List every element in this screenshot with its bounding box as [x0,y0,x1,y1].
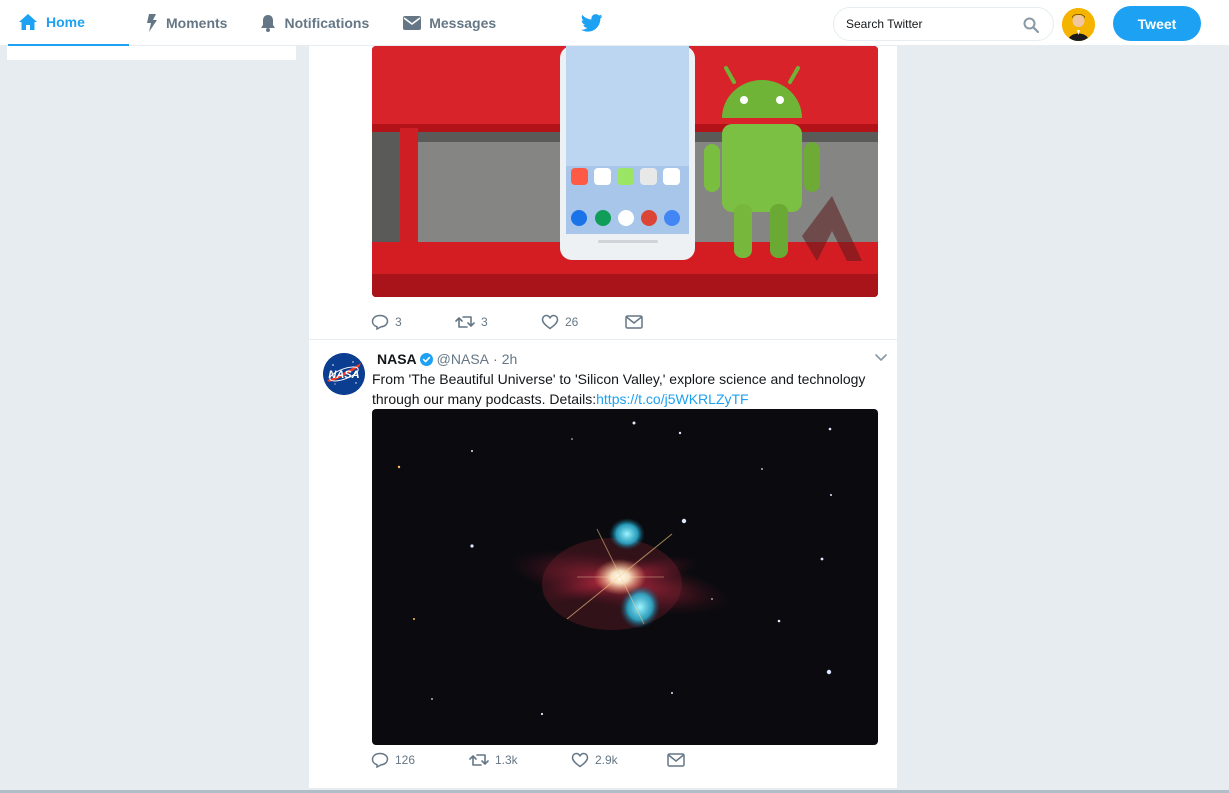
reply-icon [371,314,389,330]
like-button[interactable]: 26 [541,314,625,330]
author-name[interactable]: NASA [377,351,417,367]
search-input[interactable] [846,17,1016,31]
nebula-photo [372,409,878,745]
nav-moments-label: Moments [166,15,228,31]
nasa-logo-icon: NASA [323,353,365,395]
author-handle[interactable]: @NASA [437,351,489,367]
nav-moments[interactable]: Moments [136,0,237,46]
heart-icon [541,314,559,330]
twitter-bird-icon [580,14,603,32]
nav-home[interactable]: Home [8,0,129,46]
retweet-button[interactable]: 1.3k [469,753,571,767]
reply-icon [371,752,389,768]
direct-message-button[interactable] [667,753,691,767]
top-navigation-bar: Home Moments Notifications Messages Twee… [0,0,1229,46]
profile-card-edge [7,46,296,60]
lightning-icon [147,14,157,32]
reply-count: 126 [395,753,416,767]
direct-message-button[interactable] [625,315,649,329]
nav-notifications[interactable]: Notifications [250,0,379,46]
envelope-icon [667,753,685,767]
tweet-button[interactable]: Tweet [1113,6,1201,41]
search-icon[interactable] [1023,17,1039,33]
nav-messages[interactable]: Messages [393,0,506,46]
retweet-count: 1.3k [495,753,518,767]
heart-icon [571,752,589,768]
home-icon [19,14,37,30]
android-phone-photo [372,46,878,297]
tweet-link[interactable]: https://t.co/j5WKRLZyTF [596,391,748,407]
nav-messages-label: Messages [429,15,497,31]
twitter-bird-logo[interactable] [580,14,603,37]
user-avatar-icon [1062,8,1095,41]
tweet-image-android-phone[interactable] [372,46,878,297]
search-box[interactable] [833,7,1054,41]
tweet-actions: 126 1.3k 2.9k [371,750,691,770]
reply-count: 3 [395,315,402,329]
nav-notifications-label: Notifications [284,15,370,31]
envelope-icon [403,16,422,30]
main-nav: Home Moments Notifications Messages [8,0,506,46]
reply-button[interactable]: 3 [371,314,455,330]
reply-button[interactable]: 126 [371,752,469,768]
retweet-button[interactable]: 3 [455,315,541,329]
tweet-actions: 3 3 26 [371,312,649,332]
like-count: 2.9k [595,753,618,767]
header-separator: · [493,351,498,367]
retweet-count: 3 [481,315,488,329]
tweet-image-nebula[interactable] [372,409,878,745]
bell-icon [261,15,276,32]
timeline: 3 3 26 NASA NASA @NASA · 2h From 'The Be… [309,46,897,788]
profile-avatar[interactable] [1062,8,1095,41]
retweet-icon [469,754,489,766]
tweet-text: From 'The Beautiful Universe' to 'Silico… [372,369,882,409]
envelope-icon [625,315,643,329]
chevron-down-icon[interactable] [875,354,887,362]
tweet-header: NASA @NASA · 2h [377,351,517,367]
retweet-icon [455,316,475,328]
verified-badge-icon [419,352,433,366]
nasa-avatar[interactable]: NASA [323,353,365,395]
tweet-divider [309,339,897,340]
tweet-timestamp[interactable]: 2h [502,351,518,367]
nav-home-label: Home [46,14,85,30]
like-button[interactable]: 2.9k [571,752,667,768]
like-count: 26 [565,315,579,329]
